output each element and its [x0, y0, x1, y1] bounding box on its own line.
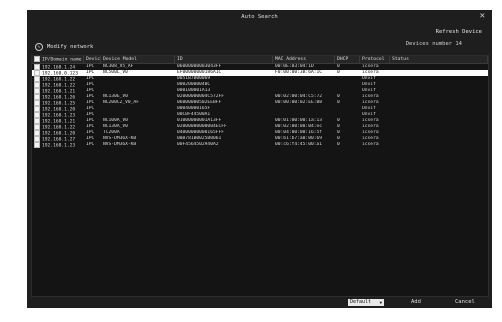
cell-protocol: icsera [362, 142, 379, 147]
window-title: Auto Search [241, 14, 278, 20]
header-mac[interactable]: MAC Address [273, 56, 335, 63]
cell-id: 00F4564502940A2 [177, 142, 219, 147]
add-button[interactable]: Add [411, 299, 421, 305]
modify-network-label: Modify network [47, 44, 94, 50]
cell-status [390, 142, 488, 148]
auto-search-dialog: Auto Search ✕ Refresh Device ✎ Modify ne… [27, 10, 492, 308]
header-protocol[interactable]: Protocol [360, 56, 390, 63]
modify-network-button[interactable]: ✎ Modify network [35, 43, 93, 51]
cell-model: NVS-DM36X-KB [103, 142, 137, 147]
cancel-button[interactable]: Cancel [455, 299, 475, 305]
devices-count: Devices number 14 [405, 41, 462, 47]
refresh-device-button[interactable]: Refresh Device [436, 29, 482, 35]
table-row[interactable]: 192.168.1.23 IPC NVS-DM36X-KB 00F4564502940… [32, 142, 488, 148]
header-dhcp[interactable]: DHCP [335, 56, 360, 63]
header-device-model[interactable]: Device Model [101, 56, 175, 63]
table-header: IP/Domain name Device Ty Device Model ID… [32, 56, 488, 64]
header-ip[interactable]: IP/Domain name [32, 56, 84, 63]
header-id[interactable]: ID [175, 56, 273, 63]
close-icon[interactable]: ✕ [480, 12, 485, 21]
cell-ip: 192.168.1.23 [32, 142, 84, 148]
table-body: 192.168.1.24 IPC NC308_V5_AF 06000000003043… [32, 64, 488, 148]
chevron-down-icon: ▼ [379, 300, 382, 305]
cell-type: IPC [86, 142, 95, 147]
row-checkbox[interactable] [34, 142, 40, 148]
cell-dhcp: 0 [337, 142, 340, 147]
header-device-type[interactable]: Device Ty [84, 56, 101, 63]
device-table: IP/Domain name Device Ty Device Model ID… [31, 55, 489, 297]
title-bar: Auto Search ✕ [27, 10, 492, 24]
cell-mac: 00:c6:f4:45:00:a1 [275, 142, 323, 147]
header-status[interactable]: Status [390, 56, 488, 63]
network-edit-icon: ✎ [35, 43, 43, 51]
select-all-checkbox[interactable] [34, 56, 40, 62]
preset-select[interactable]: Default ▼ [348, 299, 384, 306]
